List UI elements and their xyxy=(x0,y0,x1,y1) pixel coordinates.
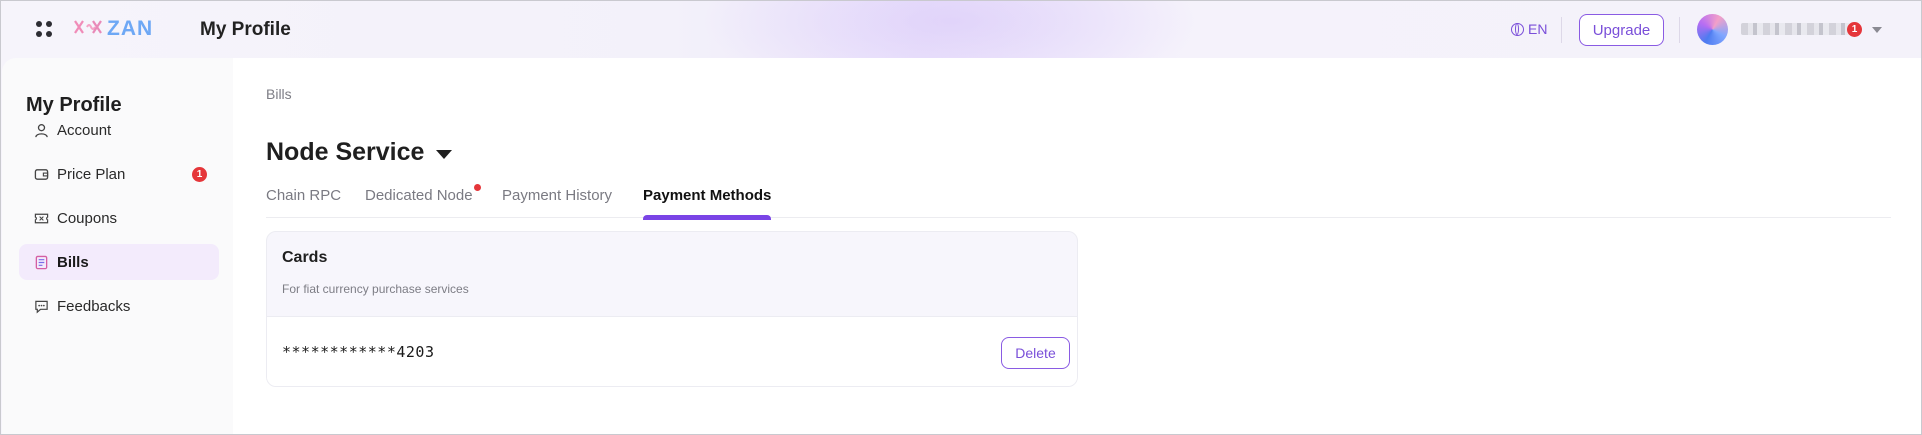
page-title: Node Service xyxy=(266,138,425,166)
sidebar-item-feedbacks[interactable]: Feedbacks xyxy=(19,288,219,324)
app-title: My Profile xyxy=(200,19,291,40)
main-content: Bills Node Service Chain RPC Dedicated N… xyxy=(233,58,1921,434)
sidebar-item-account[interactable]: Account xyxy=(19,112,219,148)
logo-mark-icon xyxy=(73,18,103,41)
zan-logo[interactable]: ZAN xyxy=(73,17,153,41)
sidebar-item-price-plan[interactable]: Price Plan 1 xyxy=(19,156,219,192)
tab-payment-history[interactable]: Payment History xyxy=(502,187,612,218)
tab-label: Chain RPC xyxy=(266,187,342,204)
cards-panel: Cards For fiat currency purchase service… xyxy=(266,231,1078,387)
header-divider xyxy=(1561,17,1562,43)
tab-chain-rpc[interactable]: Chain RPC xyxy=(266,187,341,218)
sidebar-item-label: Price Plan xyxy=(57,165,126,183)
user-icon xyxy=(33,122,49,138)
cards-title: Cards xyxy=(282,249,328,266)
tab-label: Dedicated Node xyxy=(365,187,473,204)
language-selector[interactable]: EN xyxy=(1511,21,1547,37)
card-number: ************4203 xyxy=(282,343,435,361)
notification-dot xyxy=(473,184,481,191)
header-divider xyxy=(1679,17,1680,43)
language-label: EN xyxy=(1528,21,1548,37)
ticket-icon xyxy=(33,210,49,226)
sidebar-item-label: Feedbacks xyxy=(57,297,131,315)
document-icon xyxy=(33,254,49,270)
tab-dedicated-node[interactable]: Dedicated Node xyxy=(365,184,481,218)
message-icon xyxy=(33,298,49,314)
tab-label: Payment History xyxy=(502,187,613,204)
logo-wordmark: ZAN xyxy=(107,17,154,40)
sidebar: My Profile Account Price Plan 1 Coupons xyxy=(2,58,233,434)
wallet-icon xyxy=(33,166,49,182)
globe-icon xyxy=(1511,22,1524,36)
node-service-dropdown[interactable]: Node Service xyxy=(266,138,453,167)
card-row: ************4203 Delete xyxy=(267,316,1077,386)
apps-grid-icon[interactable] xyxy=(36,21,52,37)
sidebar-item-label: Bills xyxy=(57,253,89,271)
delete-card-button[interactable]: Delete xyxy=(1001,337,1070,369)
caret-down-icon xyxy=(436,149,453,159)
tab-label: Payment Methods xyxy=(643,187,772,204)
chevron-down-icon[interactable] xyxy=(1872,27,1882,33)
tab-payment-methods[interactable]: Payment Methods xyxy=(643,187,772,220)
cards-subtitle: For fiat currency purchase services xyxy=(282,282,469,296)
sidebar-item-bills[interactable]: Bills xyxy=(19,244,219,280)
sidebar-item-coupons[interactable]: Coupons xyxy=(19,200,219,236)
upgrade-button[interactable]: Upgrade xyxy=(1579,14,1664,46)
sidebar-item-label: Coupons xyxy=(57,209,118,227)
user-notification-badge: 1 xyxy=(1847,22,1862,37)
breadcrumb[interactable]: Bills xyxy=(266,86,292,102)
avatar[interactable] xyxy=(1697,14,1728,45)
top-header: ZAN My Profile EN Upgrade 1 xyxy=(1,1,1921,101)
sidebar-item-label: Account xyxy=(57,121,112,139)
app-window: ZAN My Profile EN Upgrade 1 My Profile A… xyxy=(0,0,1922,435)
tab-bar: Chain RPC Dedicated Node Payment History… xyxy=(266,184,1891,220)
price-plan-badge: 1 xyxy=(192,167,207,182)
username-blurred[interactable] xyxy=(1741,23,1851,35)
